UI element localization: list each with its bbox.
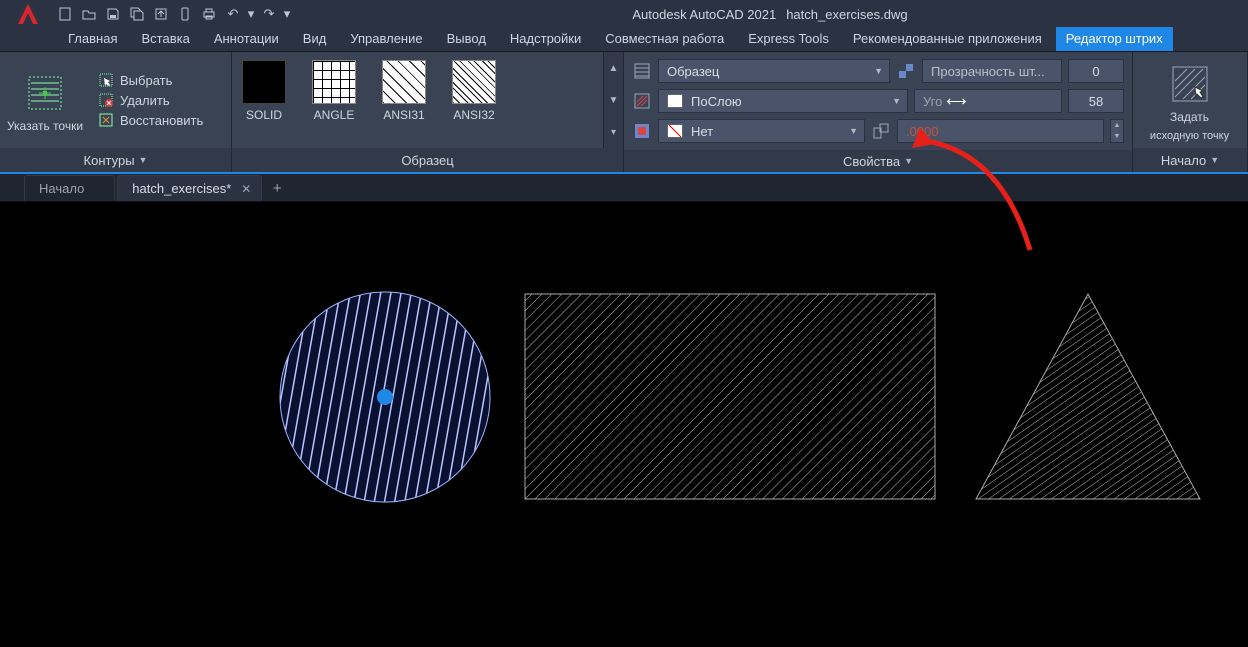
bgcolor-dropdown[interactable]: Нет▼ — [658, 119, 865, 143]
pattern-ansi32-label: ANSI32 — [453, 108, 494, 122]
hatched-rectangle[interactable] — [525, 294, 935, 499]
set-origin-label1: Задать — [1170, 110, 1209, 124]
select-button[interactable]: Выбрать — [98, 72, 203, 88]
pattern-ansi31-icon — [382, 60, 426, 104]
file-name: hatch_exercises.dwg — [786, 7, 907, 22]
angle-label-field: Уго ⟷ — [914, 89, 1062, 113]
panel-origin-title[interactable]: Начало▼ — [1133, 148, 1247, 172]
menu-collab[interactable]: Совместная работа — [595, 27, 734, 51]
scale-input[interactable]: .0000 — [897, 119, 1104, 143]
pattern-solid-label: SOLID — [246, 108, 282, 122]
angle-value[interactable]: 58 — [1068, 89, 1124, 113]
menu-featured[interactable]: Рекомендованные приложения — [843, 27, 1052, 51]
pattern-ansi32[interactable]: ANSI32 — [452, 60, 496, 122]
set-origin-icon — [1170, 64, 1210, 104]
qat-open-icon[interactable] — [78, 3, 100, 25]
transparency-label[interactable]: Прозрачность шт... — [922, 59, 1062, 83]
qat-save-icon[interactable] — [102, 3, 124, 25]
hatch-color-dropdown[interactable]: ПоСлою▼ — [658, 89, 908, 113]
scale-icon — [871, 121, 891, 141]
scale-spinner[interactable]: ▲▼ — [1110, 119, 1124, 143]
hatch-type-dropdown[interactable]: Образец▼ — [658, 59, 890, 83]
qat-undo-icon[interactable]: ↶ — [222, 3, 244, 25]
title-text: Autodesk AutoCAD 2021 hatch_exercises.dw… — [292, 7, 1248, 22]
hatched-triangle[interactable] — [976, 294, 1200, 499]
qat-saveall-icon[interactable] — [126, 3, 148, 25]
recreate-label: Восстановить — [120, 113, 203, 128]
app-logo[interactable] — [6, 0, 50, 28]
resize-cursor-icon: ⟷ — [946, 93, 966, 110]
menu-view[interactable]: Вид — [293, 27, 337, 51]
color-swatch-icon — [667, 94, 683, 108]
close-icon[interactable]: ✕ — [241, 182, 251, 196]
panel-properties-title[interactable]: Свойства▼ — [624, 150, 1132, 172]
menu-annotate[interactable]: Аннотации — [204, 27, 289, 51]
panel-boundaries: Указать точки Выбрать Удалить Восстанови… — [0, 52, 232, 172]
gallery-up-button[interactable]: ▲ — [604, 52, 623, 84]
pattern-ansi32-icon — [452, 60, 496, 104]
qat-publish-icon[interactable] — [150, 3, 172, 25]
document-tabs: Начало hatch_exercises*✕ + — [0, 174, 1248, 202]
qat-mobile-icon[interactable] — [174, 3, 196, 25]
panel-origin: Задать исходную точку Начало▼ — [1133, 52, 1248, 172]
hatch-type-icon — [632, 61, 652, 81]
pattern-solid-icon — [242, 60, 286, 104]
menu-home[interactable]: Главная — [58, 27, 127, 51]
pattern-ansi31[interactable]: ANSI31 — [382, 60, 426, 122]
menu-addins[interactable]: Надстройки — [500, 27, 591, 51]
menu-express[interactable]: Express Tools — [738, 27, 839, 51]
menu-manage[interactable]: Управление — [340, 27, 432, 51]
panel-properties: Образец▼ Прозрачность шт... 0 ПоСлою▼ Уг… — [624, 52, 1133, 172]
ribbon: Указать точки Выбрать Удалить Восстанови… — [0, 52, 1248, 174]
hatch-color-icon — [632, 91, 652, 111]
select-label: Выбрать — [120, 73, 172, 88]
pattern-angle[interactable]: ANGLE — [312, 60, 356, 122]
qat-new-icon[interactable] — [54, 3, 76, 25]
pattern-angle-icon — [312, 60, 356, 104]
spin-down-icon[interactable]: ▼ — [1111, 131, 1123, 142]
circle-grip[interactable] — [377, 389, 393, 405]
gallery-expand-button[interactable]: ▾ — [604, 116, 623, 148]
pattern-solid[interactable]: SOLID — [242, 60, 286, 122]
title-bar: ↶ ▾ ↷ ▾ Autodesk AutoCAD 2021 hatch_exer… — [0, 0, 1248, 28]
menu-hatch-editor[interactable]: Редактор штрих — [1056, 27, 1173, 51]
panel-boundaries-title[interactable]: Контуры▼ — [0, 148, 231, 172]
pick-points-button[interactable]: Указать точки — [0, 67, 90, 133]
recreate-icon — [98, 112, 114, 128]
spin-up-icon[interactable]: ▲ — [1111, 120, 1123, 131]
remove-label: Удалить — [120, 93, 170, 108]
qat-redo-icon[interactable]: ↷ — [258, 3, 280, 25]
app-name: Autodesk AutoCAD 2021 — [632, 7, 776, 22]
qat-undo-dropdown-icon[interactable]: ▾ — [246, 3, 256, 25]
set-origin-button[interactable]: Задать исходную точку — [1133, 58, 1246, 142]
menu-tabs: Главная Вставка Аннотации Вид Управление… — [0, 28, 1248, 52]
panel-pattern: SOLID ANGLE ANSI31 ANSI32 — [232, 52, 624, 172]
remove-icon — [98, 92, 114, 108]
qat-redo-dropdown-icon[interactable]: ▾ — [282, 3, 292, 25]
pick-points-icon — [25, 73, 65, 113]
quick-access-toolbar: ↶ ▾ ↷ ▾ — [54, 3, 292, 25]
drawing-canvas[interactable] — [0, 202, 1248, 644]
bgcolor-icon — [632, 121, 652, 141]
remove-button[interactable]: Удалить — [98, 92, 203, 108]
recreate-button[interactable]: Восстановить — [98, 112, 203, 128]
pick-points-label: Указать точки — [7, 119, 83, 133]
doc-tab-file[interactable]: hatch_exercises*✕ — [117, 175, 262, 201]
panel-pattern-title: Образец — [232, 148, 623, 172]
transparency-value[interactable]: 0 — [1068, 59, 1124, 83]
qat-print-icon[interactable] — [198, 3, 220, 25]
set-origin-label2: исходную точку — [1150, 130, 1229, 142]
new-tab-button[interactable]: + — [264, 175, 290, 201]
select-icon — [98, 72, 114, 88]
menu-insert[interactable]: Вставка — [131, 27, 199, 51]
canvas-svg — [0, 202, 1248, 644]
none-swatch-icon — [667, 124, 683, 138]
transparency-icon — [896, 61, 916, 81]
pattern-gallery-scroll: ▲ ▼ ▾ — [603, 52, 623, 148]
pattern-angle-label: ANGLE — [314, 108, 355, 122]
gallery-down-button[interactable]: ▼ — [604, 84, 623, 116]
pattern-ansi31-label: ANSI31 — [383, 108, 424, 122]
menu-output[interactable]: Вывод — [437, 27, 496, 51]
doc-tab-start[interactable]: Начало — [24, 175, 115, 201]
